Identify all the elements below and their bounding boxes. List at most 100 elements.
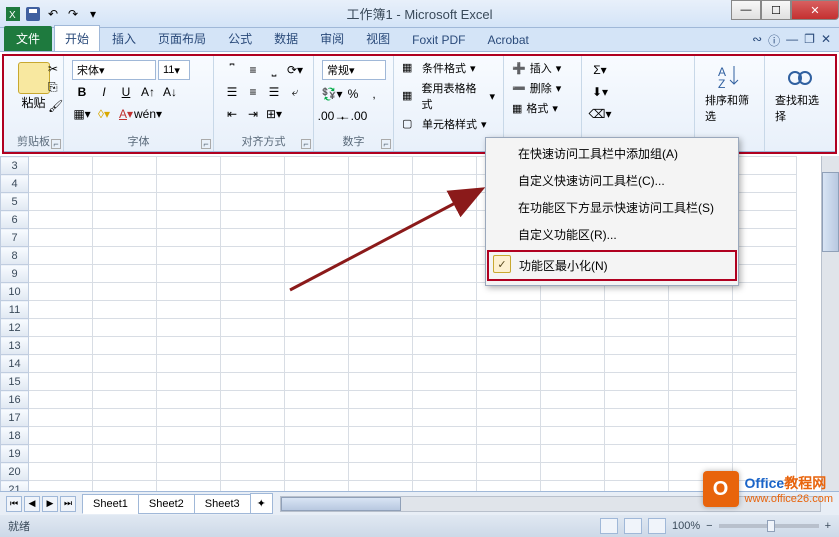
row-header[interactable]: 6 [1,211,29,229]
format-table-button[interactable]: ▦ 套用表格格式 ▾ [402,80,495,112]
copy-icon[interactable]: ⎘ [48,80,63,95]
merge-icon[interactable]: ⊞▾ [264,104,284,124]
cell[interactable] [349,193,413,211]
row-header[interactable]: 20 [1,463,29,481]
align-middle-icon[interactable]: ≡ [243,60,263,80]
cell[interactable] [477,373,541,391]
row-header[interactable]: 14 [1,355,29,373]
zoom-level[interactable]: 100% [672,520,700,532]
cell[interactable] [477,301,541,319]
cell[interactable] [157,211,221,229]
cell[interactable] [29,409,93,427]
cell[interactable] [285,481,349,492]
cell[interactable] [29,319,93,337]
cell[interactable] [157,229,221,247]
save-icon[interactable] [24,5,42,23]
cell[interactable] [93,157,157,175]
zoom-in-icon[interactable]: + [825,520,831,532]
row-header[interactable]: 9 [1,265,29,283]
sheet-tab-2[interactable]: Sheet2 [138,494,195,514]
cell[interactable] [605,481,669,492]
tab-layout[interactable]: 页面布局 [148,26,216,51]
cell[interactable] [413,409,477,427]
cell[interactable] [669,301,733,319]
maximize-button[interactable]: ☐ [761,0,791,20]
cell[interactable] [477,409,541,427]
cell[interactable] [349,427,413,445]
wrap-text-icon[interactable]: ⤶ [285,82,305,102]
tab-nav-first-icon[interactable]: ⏮ [6,496,22,512]
cell[interactable] [733,157,797,175]
cell[interactable] [29,247,93,265]
cell[interactable] [93,445,157,463]
cell[interactable] [285,463,349,481]
cell[interactable] [477,337,541,355]
cell[interactable] [157,193,221,211]
cell[interactable] [669,373,733,391]
cell[interactable] [221,391,285,409]
cell[interactable] [285,373,349,391]
cell[interactable] [733,337,797,355]
cell[interactable] [157,391,221,409]
cell[interactable] [29,427,93,445]
cell[interactable] [221,319,285,337]
cell[interactable] [477,463,541,481]
cell[interactable] [413,481,477,492]
cell[interactable] [285,247,349,265]
menu-add-to-qat[interactable]: 在快速访问工具栏中添加组(A) [488,140,736,167]
cell[interactable] [93,247,157,265]
cell[interactable] [93,229,157,247]
tab-nav-last-icon[interactable]: ⏭ [60,496,76,512]
cell[interactable] [669,337,733,355]
cell[interactable] [349,211,413,229]
cell[interactable] [285,427,349,445]
clear-icon[interactable]: ⌫▾ [590,104,610,124]
cell-styles-button[interactable]: ▢ 单元格样式 ▾ [402,116,495,132]
mdi-minimize-icon[interactable]: — [786,32,798,49]
cell[interactable] [29,463,93,481]
menu-show-below-ribbon[interactable]: 在功能区下方显示快速访问工具栏(S) [488,194,736,221]
row-header[interactable]: 4 [1,175,29,193]
cell[interactable] [157,319,221,337]
alignment-dialog-icon[interactable]: ⌐ [301,139,311,149]
cell[interactable] [733,211,797,229]
cell[interactable] [477,445,541,463]
cell[interactable] [733,247,797,265]
cell[interactable] [349,175,413,193]
cell[interactable] [29,229,93,247]
cell[interactable] [477,391,541,409]
new-sheet-icon[interactable]: ✦ [250,493,273,514]
mdi-restore-icon[interactable]: ❐ [804,32,815,49]
zoom-out-icon[interactable]: − [706,520,712,532]
cell[interactable] [157,175,221,193]
align-right-icon[interactable]: ☰ [264,82,284,102]
cell[interactable] [221,481,285,492]
cell[interactable] [285,283,349,301]
cell[interactable] [29,283,93,301]
cell[interactable] [29,193,93,211]
cell[interactable] [285,175,349,193]
cell[interactable] [349,229,413,247]
cell[interactable] [93,409,157,427]
cell[interactable] [221,445,285,463]
tab-acrobat[interactable]: Acrobat [477,29,538,51]
cell[interactable] [733,427,797,445]
row-header[interactable]: 16 [1,391,29,409]
cell[interactable] [29,337,93,355]
cell[interactable] [413,265,477,283]
vertical-scrollbar[interactable] [821,156,839,491]
minimize-button[interactable]: — [731,0,761,20]
cell[interactable] [157,301,221,319]
cell[interactable] [221,193,285,211]
cell[interactable] [541,427,605,445]
cell[interactable] [349,463,413,481]
tab-home[interactable]: 开始 [54,25,100,51]
row-header[interactable]: 17 [1,409,29,427]
cell[interactable] [29,481,93,492]
fill-color-icon[interactable]: ◊▾ [94,104,114,124]
cell[interactable] [157,463,221,481]
cell[interactable] [669,427,733,445]
redo-icon[interactable]: ↷ [64,5,82,23]
cell[interactable] [285,391,349,409]
cell[interactable] [349,355,413,373]
